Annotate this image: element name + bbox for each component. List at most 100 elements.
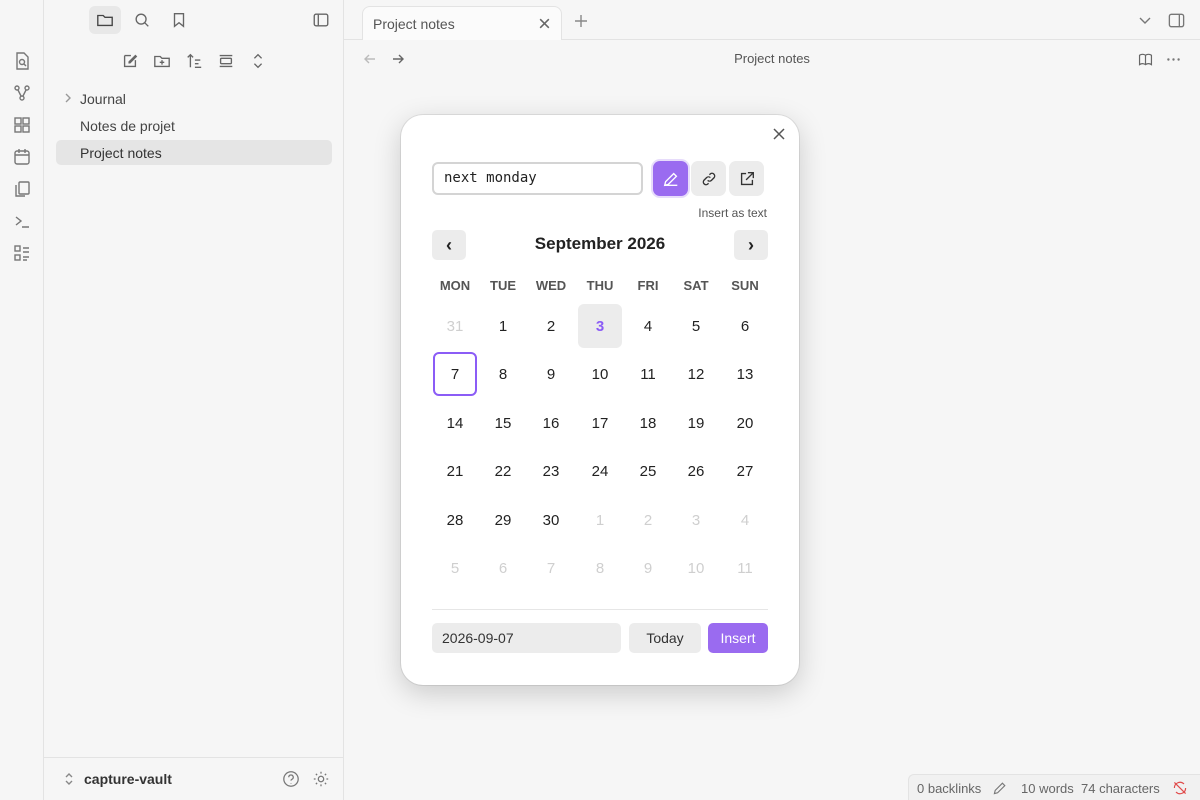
settings-gear-icon[interactable] — [312, 770, 330, 788]
backlinks-count[interactable]: 0 backlinks — [917, 781, 981, 796]
help-icon[interactable] — [282, 770, 300, 788]
expand-collapse-button[interactable] — [242, 47, 274, 75]
weekday-sat: SAT — [683, 278, 709, 293]
edit-icon — [123, 54, 138, 68]
calendar-day[interactable]: 17 — [578, 401, 622, 445]
calendar-day[interactable]: 22 — [481, 449, 525, 493]
command-palette-icon[interactable] — [12, 211, 32, 231]
tree-item-label: Project notes — [80, 144, 162, 161]
more-options-icon[interactable] — [1165, 51, 1182, 68]
calendar-day[interactable]: 18 — [626, 401, 670, 445]
graph-view-icon[interactable] — [12, 83, 32, 103]
weekday-sun: SUN — [731, 278, 759, 293]
calendar-day[interactable]: 21 — [433, 449, 477, 493]
calendar-day[interactable]: 2 — [626, 498, 670, 542]
calendar-day[interactable]: 19 — [674, 401, 718, 445]
weekday-thu: THU — [586, 278, 614, 293]
calendar-day[interactable]: 8 — [481, 352, 525, 396]
calendar-day[interactable]: 12 — [674, 352, 718, 396]
calendar-day[interactable]: 16 — [529, 401, 573, 445]
insert-button[interactable]: Insert — [708, 623, 768, 653]
reading-view-book-icon[interactable] — [1137, 51, 1154, 68]
calendar-day[interactable]: 10 — [674, 546, 718, 590]
today-button[interactable]: Today — [629, 623, 701, 653]
right-sidebar-toggle-icon[interactable] — [1167, 11, 1186, 30]
collapse-all-button[interactable] — [210, 47, 242, 75]
calendar-day[interactable]: 29 — [481, 498, 525, 542]
collapse-sidebar-button[interactable] — [305, 6, 337, 34]
tab-project-notes[interactable]: Project notes — [362, 6, 562, 40]
open-daily-note-button[interactable] — [729, 161, 764, 196]
calendar-day[interactable]: 20 — [723, 401, 767, 445]
files-tab-button[interactable] — [89, 6, 121, 34]
new-tab-icon[interactable] — [573, 13, 589, 29]
calendar-day[interactable]: 6 — [481, 546, 525, 590]
natural-language-date-input[interactable]: next monday — [432, 162, 643, 195]
bookmarks-tab-button[interactable] — [163, 6, 195, 34]
selected-date-field[interactable]: 2026-09-07 — [432, 623, 621, 653]
divider — [432, 609, 768, 610]
calendar-day[interactable]: 7 — [529, 546, 573, 590]
next-month-button[interactable]: › — [734, 230, 768, 260]
sort-icon — [187, 53, 202, 68]
close-tab-icon[interactable] — [538, 17, 551, 30]
tree-folder-journal[interactable]: Journal — [56, 86, 332, 111]
calendar-day[interactable]: 27 — [723, 449, 767, 493]
calendar-day[interactable]: 9 — [626, 546, 670, 590]
calendar-day[interactable]: 1 — [481, 304, 525, 348]
tree-file-notes-de-projet[interactable]: Notes de projet — [56, 113, 332, 138]
calendar-day[interactable]: 2 — [529, 304, 573, 348]
close-modal-icon[interactable] — [771, 126, 787, 142]
tab-list-chevron-down-icon[interactable] — [1138, 13, 1152, 27]
calendar-day[interactable]: 11 — [626, 352, 670, 396]
sort-button[interactable] — [178, 47, 210, 75]
calendar-day[interactable]: 11 — [723, 546, 767, 590]
calendar-day[interactable]: 1 — [578, 498, 622, 542]
calendar-day[interactable]: 8 — [578, 546, 622, 590]
calendar-day[interactable]: 25 — [626, 449, 670, 493]
status-bar: 0 backlinks 10 words 74 characters — [908, 774, 1200, 800]
search-tab-button[interactable] — [126, 6, 158, 34]
insert-as-link-button[interactable] — [691, 161, 726, 196]
vault-switcher-icon[interactable] — [62, 772, 76, 786]
calendar-day[interactable]: 23 — [529, 449, 573, 493]
calendar-day[interactable]: 31 — [433, 304, 477, 348]
calendar-day[interactable]: 6 — [723, 304, 767, 348]
new-folder-button[interactable] — [146, 47, 178, 75]
calendar-day[interactable]: 5 — [433, 546, 477, 590]
editing-mode-pencil-icon[interactable] — [992, 780, 1008, 796]
view-title[interactable]: Project notes — [344, 51, 1200, 66]
calendar-day[interactable]: 4 — [723, 498, 767, 542]
character-count: 74 characters — [1081, 781, 1160, 796]
calendar-day[interactable]: 13 — [723, 352, 767, 396]
bookmark-icon — [173, 13, 185, 28]
vault-name[interactable]: capture-vault — [84, 771, 172, 787]
new-note-button[interactable] — [114, 47, 146, 75]
calendar-day[interactable]: 24 — [578, 449, 622, 493]
open-quick-switcher-icon[interactable] — [12, 51, 32, 71]
sync-disabled-icon[interactable] — [1172, 780, 1188, 796]
tab-title: Project notes — [373, 16, 455, 32]
calendar-day[interactable]: 3 — [578, 304, 622, 348]
calendar-day[interactable]: 30 — [529, 498, 573, 542]
calendar-day[interactable]: 4 — [626, 304, 670, 348]
tree-file-project-notes[interactable]: Project notes — [56, 140, 332, 165]
search-icon — [135, 13, 149, 27]
calendar-icon[interactable] — [12, 147, 32, 167]
templates-icon[interactable] — [12, 179, 32, 199]
calendar-day[interactable]: 5 — [674, 304, 718, 348]
calendar-day[interactable]: 3 — [674, 498, 718, 542]
calendar-day[interactable]: 15 — [481, 401, 525, 445]
calendar-day[interactable]: 28 — [433, 498, 477, 542]
chevrons-up-down-icon — [253, 53, 263, 69]
calendar-day[interactable]: 26 — [674, 449, 718, 493]
calendar-day[interactable]: 9 — [529, 352, 573, 396]
insert-as-text-button[interactable] — [653, 161, 688, 196]
folder-plus-icon — [154, 55, 170, 68]
tasks-icon[interactable] — [12, 243, 32, 263]
canvas-icon[interactable] — [12, 115, 32, 135]
tab-bar: Project notes — [344, 0, 1200, 40]
calendar-day[interactable]: 7 — [433, 352, 477, 396]
calendar-day[interactable]: 14 — [433, 401, 477, 445]
calendar-day[interactable]: 10 — [578, 352, 622, 396]
